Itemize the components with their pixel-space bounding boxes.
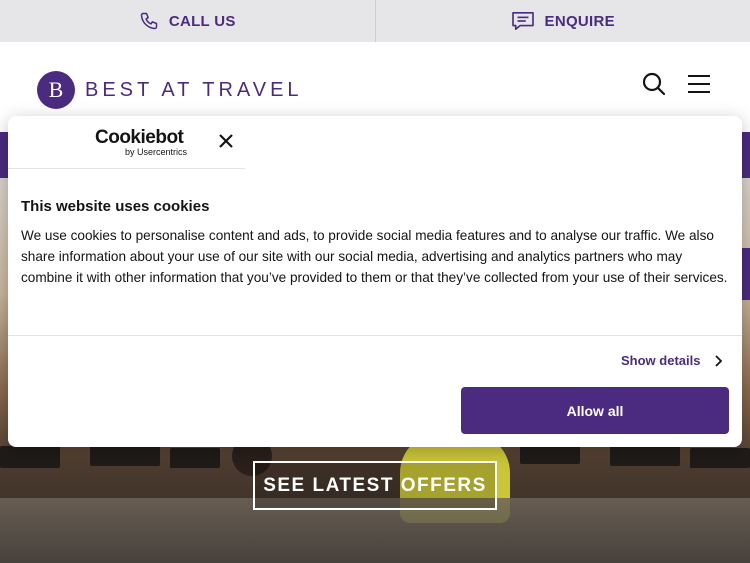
divider <box>8 335 742 336</box>
cookiebot-logo: Cookiebot by Usercentrics <box>95 128 187 158</box>
logo-mark-icon: B <box>37 71 75 109</box>
cookiebot-brand: Cookiebot <box>95 127 184 148</box>
contact-bar: CALL US ENQUIRE <box>0 0 750 42</box>
allow-all-button[interactable]: Allow all <box>461 387 729 434</box>
show-details-label: Show details <box>621 353 701 368</box>
see-latest-offers-button[interactable]: SEE LATEST OFFERS <box>253 461 497 510</box>
enquire-label: ENQUIRE <box>544 12 615 30</box>
call-us-label: CALL US <box>168 12 236 30</box>
call-us-link[interactable]: CALL US <box>0 0 375 42</box>
hero-decor <box>610 444 680 466</box>
hero-decor <box>170 448 220 468</box>
search-button[interactable] <box>641 71 667 97</box>
cookie-consent-dialog: Cookiebot by Usercentrics This website u… <box>8 116 742 447</box>
site-logo[interactable]: B BEST AT TRAVEL <box>37 71 303 109</box>
close-icon <box>219 134 233 148</box>
logo-mark-letter: B <box>49 77 64 102</box>
show-details-link[interactable]: Show details <box>621 353 723 368</box>
cookie-dialog-header: Cookiebot by Usercentrics <box>8 116 245 169</box>
phone-icon <box>139 11 159 31</box>
cookie-dialog-body: We use cookies to personalise content an… <box>21 228 728 285</box>
search-icon <box>642 72 666 96</box>
chat-icon <box>511 11 535 31</box>
hero-decor <box>690 448 750 468</box>
site-header: B BEST AT TRAVEL <box>0 42 750 116</box>
close-button[interactable] <box>218 133 234 149</box>
hamburger-menu-icon <box>688 75 710 93</box>
enquire-link[interactable]: ENQUIRE <box>374 0 750 42</box>
hero-decor <box>0 446 60 468</box>
menu-button[interactable] <box>687 73 711 97</box>
logo-text: BEST AT TRAVEL <box>85 78 303 101</box>
cookie-dialog-title: This website uses cookies <box>21 198 210 215</box>
cookiebot-brand-sub: by Usercentrics <box>124 147 187 157</box>
chevron-right-icon <box>715 354 723 367</box>
